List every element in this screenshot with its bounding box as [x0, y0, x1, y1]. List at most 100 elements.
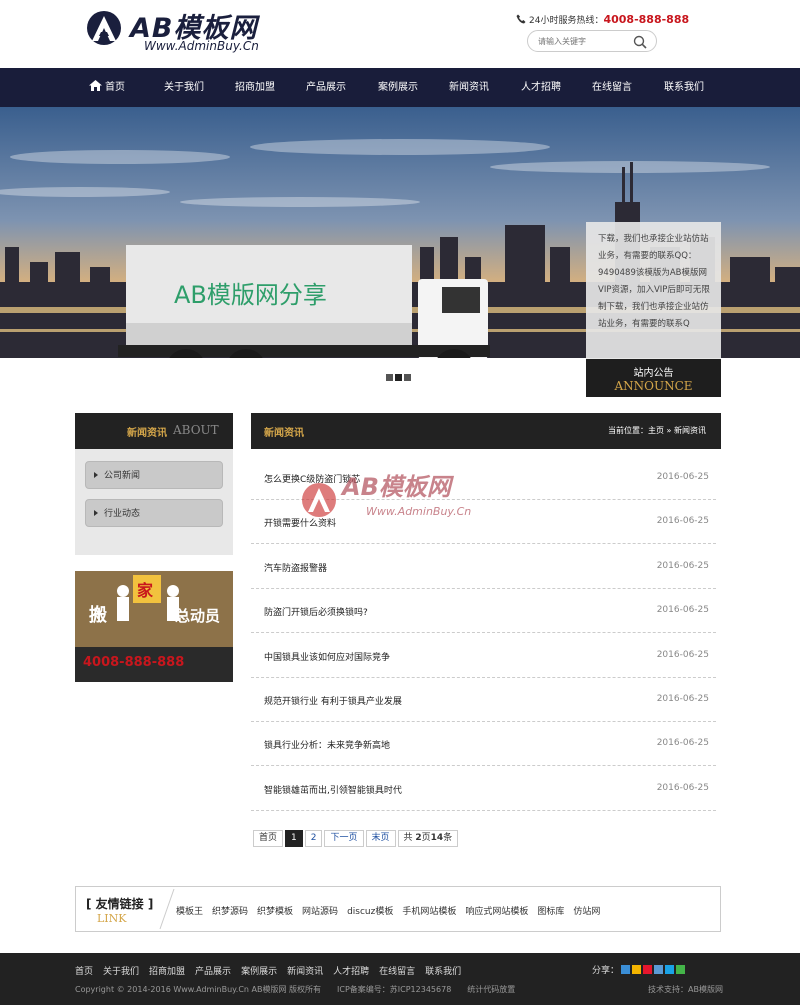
- search-icon[interactable]: [632, 34, 648, 50]
- nav-item-cases[interactable]: 案例展示: [369, 68, 427, 107]
- nav-item-home[interactable]: 首页: [82, 68, 132, 107]
- share-qzone-icon[interactable]: [632, 965, 642, 974]
- list-item[interactable]: 规范开锁行业 有利于锁具产业发展 2016-06-25: [251, 678, 716, 722]
- main-nav: 首页 关于我们 招商加盟 产品展示 案例展示 新闻资讯 人才招聘 在线留言 联系…: [0, 68, 800, 107]
- sidebar-header: 新闻资讯 ABOUT: [75, 413, 233, 449]
- slider-dots: [386, 374, 413, 384]
- news-title[interactable]: 规范开锁行业 有利于锁具产业发展: [264, 694, 402, 707]
- link-item[interactable]: 模板王: [176, 907, 203, 917]
- link-item[interactable]: 织梦模板: [257, 907, 293, 917]
- list-item[interactable]: 防盗门开锁后必须换锁吗? 2016-06-25: [251, 589, 716, 633]
- news-title[interactable]: 防盗门开锁后必须换锁吗?: [264, 605, 368, 618]
- share-renren-icon[interactable]: [665, 965, 675, 974]
- nav-item-jobs[interactable]: 人才招聘: [512, 68, 570, 107]
- news-title[interactable]: 中国锁具业该如何应对国际竞争: [264, 650, 390, 663]
- news-date: 2016-06-25: [656, 516, 709, 526]
- nav-item-news[interactable]: 新闻资讯: [440, 68, 498, 107]
- sidebar-menu: 公司新闻 行业动态: [75, 449, 233, 555]
- link-item[interactable]: 网站源码: [302, 907, 338, 917]
- breadcrumb[interactable]: 当前位置：主页 » 新闻资讯: [608, 425, 706, 436]
- announcement-footer: 站内公告 ANNOUNCE: [586, 359, 721, 397]
- footer-link[interactable]: 案例展示: [241, 967, 277, 977]
- list-item[interactable]: 中国锁具业该如何应对国际竞争 2016-06-25: [251, 634, 716, 678]
- pager-page-1[interactable]: 1: [285, 830, 303, 847]
- divider: [159, 888, 175, 930]
- footer-link[interactable]: 关于我们: [103, 967, 139, 977]
- content-header: 新闻资讯 当前位置：主页 » 新闻资讯: [251, 413, 721, 449]
- links-list: 模板王 织梦源码 织梦模板 网站源码 discuz模板 手机网站模板 响应式网站模板 图标库仿…: [176, 904, 609, 917]
- sidebar-title: 新闻资讯: [127, 428, 167, 439]
- nav-item-message[interactable]: 在线留言: [583, 68, 641, 107]
- link-item[interactable]: 响应式网站模板: [465, 907, 528, 917]
- arrow-right-icon: [94, 510, 98, 516]
- footer-link[interactable]: 产品展示: [195, 967, 231, 977]
- search-box: [527, 30, 657, 52]
- links-title-en: LINK: [97, 912, 127, 925]
- nav-item-products[interactable]: 产品展示: [297, 68, 355, 107]
- home-icon: [89, 80, 102, 91]
- link-item[interactable]: 织梦源码: [212, 907, 248, 917]
- footer-link[interactable]: 联系我们: [425, 967, 461, 977]
- sidebar-item-label: 公司新闻: [104, 471, 141, 481]
- news-date: 2016-06-25: [656, 650, 709, 660]
- watermark-text: AB模板网: [342, 473, 451, 501]
- contact-banner[interactable]: 搬 家 总动员 4008-888-888: [75, 571, 233, 682]
- footer-link[interactable]: 招商加盟: [149, 967, 185, 977]
- news-title[interactable]: 汽车防盗报警器: [264, 561, 327, 574]
- announcement-title: 站内公告: [633, 368, 674, 379]
- pager-total-prefix: 共: [403, 833, 416, 843]
- pager-last[interactable]: 末页: [365, 830, 396, 847]
- slider-dot[interactable]: [404, 374, 411, 381]
- contact-banner-text: 搬: [89, 605, 107, 626]
- list-item[interactable]: 智能锁雄茁而出,引领智能锁具时代 2016-06-25: [251, 767, 716, 811]
- watermark-subtext: Www.AdminBuy.Cn: [366, 505, 472, 518]
- news-date: 2016-06-25: [656, 605, 709, 615]
- links-title: [ 友情链接 ]: [86, 897, 154, 911]
- share-label: 分享：: [592, 966, 620, 976]
- search-input[interactable]: [538, 34, 628, 49]
- pager-next[interactable]: 下一页: [324, 830, 364, 847]
- friend-links: [ 友情链接 ] LINK 模板王 织梦源码 织梦模板 网站源码 discuz模板 手机网…: [75, 886, 721, 932]
- footer-link[interactable]: 人才招聘: [333, 967, 369, 977]
- announcement-panel: 下载，我们也承接企业站仿站业务，有需要的联系QQ：9490489该模版为AB模版…: [586, 222, 721, 397]
- logo-icon[interactable]: [82, 10, 128, 46]
- arrow-right-icon: [94, 472, 98, 478]
- footer-nav: 首页 关于我们 招商加盟 产品展示 案例展示 新闻资讯 人才招聘 在线留言 联系我们: [75, 964, 471, 977]
- share-tencent-icon[interactable]: [654, 965, 664, 974]
- sidebar-item-label: 行业动态: [104, 509, 141, 519]
- site-header: AB模板网 Www.AdminBuy.Cn 24小时服务热线：4008-888-…: [0, 0, 800, 68]
- footer-link[interactable]: 在线留言: [379, 967, 415, 977]
- link-item[interactable]: 图标库: [537, 907, 564, 917]
- sidebar-item-industry-news[interactable]: 行业动态: [85, 499, 223, 527]
- slider-dot[interactable]: [386, 374, 393, 381]
- share-plus-icon[interactable]: [621, 965, 631, 974]
- share-weibo-icon[interactable]: [643, 965, 653, 974]
- announcement-text: 下载，我们也承接企业站仿站业务，有需要的联系QQ：9490489该模版为AB模版…: [598, 234, 710, 329]
- tech-support: 技术支持：AB模版网: [648, 985, 723, 994]
- footer-link[interactable]: 首页: [75, 967, 93, 977]
- site-footer: 首页 关于我们 招商加盟 产品展示 案例展示 新闻资讯 人才招聘 在线留言 联系我们 Copyr…: [0, 953, 800, 1005]
- footer-link[interactable]: 新闻资讯: [287, 967, 323, 977]
- pager-total: 共 2页14条: [397, 830, 459, 847]
- nav-item-about[interactable]: 关于我们: [155, 68, 213, 107]
- announcement-title-en: ANNOUNCE: [614, 379, 693, 393]
- content-title: 新闻资讯: [264, 428, 304, 439]
- nav-item-franchise[interactable]: 招商加盟: [226, 68, 284, 107]
- news-title[interactable]: 智能锁雄茁而出,引领智能锁具时代: [264, 783, 402, 796]
- sidebar-item-company-news[interactable]: 公司新闻: [85, 461, 223, 489]
- share-bar: 分享：: [592, 963, 686, 976]
- news-title[interactable]: 锁具行业分析：未来竞争新高地: [264, 738, 390, 751]
- news-date: 2016-06-25: [656, 783, 709, 793]
- banner-headline: AB模版网分享: [174, 281, 327, 309]
- pager-first[interactable]: 首页: [253, 830, 284, 847]
- link-item[interactable]: 仿站网: [573, 907, 600, 917]
- nav-item-contact[interactable]: 联系我们: [655, 68, 713, 107]
- link-item[interactable]: discuz模板: [347, 907, 393, 917]
- link-item[interactable]: 手机网站模板: [402, 907, 456, 917]
- slider-dot[interactable]: [395, 374, 402, 381]
- share-wechat-icon[interactable]: [676, 965, 686, 974]
- pager-page-2[interactable]: 2: [304, 830, 323, 847]
- news-date: 2016-06-25: [656, 472, 709, 482]
- list-item[interactable]: 锁具行业分析：未来竞争新高地 2016-06-25: [251, 722, 716, 766]
- list-item[interactable]: 汽车防盗报警器 2016-06-25: [251, 545, 716, 589]
